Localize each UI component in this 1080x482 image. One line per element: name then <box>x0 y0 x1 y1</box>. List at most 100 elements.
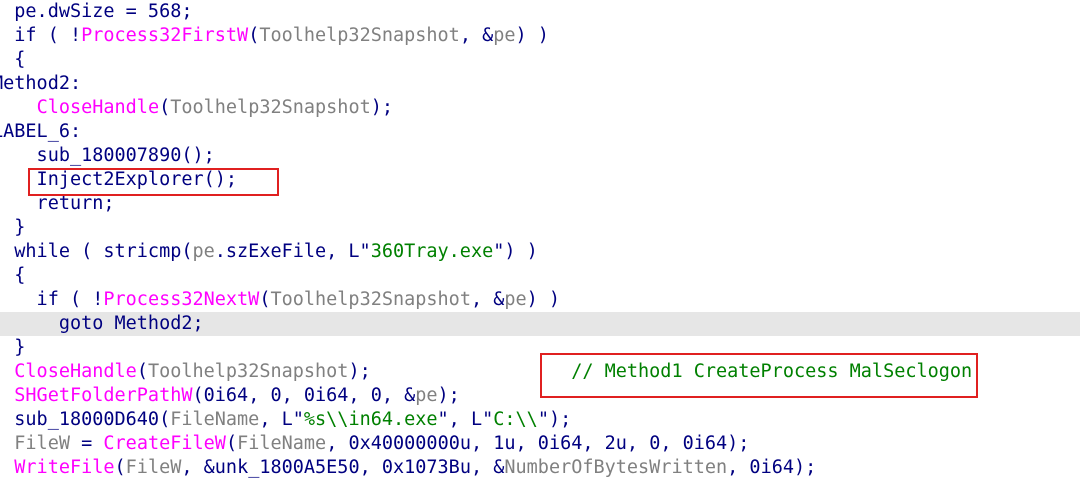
code-line-text: pe.dwSize = 568; <box>0 1 192 22</box>
code-line-text: if ( !Process32FirstW(Toolhelp32Snapshot… <box>0 25 549 46</box>
code-line-text: LABEL_6: <box>0 121 81 142</box>
code-token-plain: ( <box>136 361 148 382</box>
code-line[interactable]: } <box>0 336 1080 360</box>
code-line-text: goto Method2; <box>0 313 204 334</box>
code-token-variable: FileW <box>125 457 182 478</box>
code-line[interactable]: WriteFile(FileW, &unk_1800A5E50, 0x1073B… <box>0 456 1080 480</box>
code-token-plain: pe.dwSize = 568; <box>0 1 193 22</box>
code-token-plain: ( <box>159 97 171 118</box>
code-line-text: Method2: <box>0 73 81 94</box>
code-token-function: CloseHandle <box>36 97 160 118</box>
code-line[interactable]: sub_18000D640(FileName, L"%s\\in64.exe",… <box>0 408 1080 432</box>
code-line[interactable]: pe.dwSize = 568; <box>0 0 1080 24</box>
code-token-plain: ( <box>114 457 126 478</box>
code-token-plain: ) ) <box>515 25 549 46</box>
code-token-plain: .szExeFile, L" <box>214 241 371 262</box>
code-token-plain: ") ) <box>493 241 538 262</box>
code-token-plain: ( <box>259 289 271 310</box>
code-token-variable: Toolhelp32Snapshot <box>170 97 371 118</box>
code-line-text: { <box>0 49 25 70</box>
code-line[interactable]: { <box>0 264 1080 288</box>
code-token-plain: Inject2Explorer(); <box>0 169 238 190</box>
code-token-plain: sub_180007890(); <box>0 145 215 166</box>
code-token-plain: , & <box>459 25 494 46</box>
code-line[interactable]: LABEL_6: <box>0 120 1080 144</box>
code-token-variable: Toolhelp32Snapshot <box>147 361 349 382</box>
code-token-plain: if ( ! <box>0 25 82 46</box>
code-token-string: 360Tray.exe <box>370 241 494 262</box>
code-line[interactable]: FileW = CreateFileW(FileName, 0x40000000… <box>0 432 1080 456</box>
code-token-plain: ) ) <box>526 289 561 310</box>
code-line-current[interactable]: goto Method2; <box>0 312 1080 336</box>
code-token-plain: ", L" <box>437 409 494 430</box>
code-line-text: return; <box>0 193 115 214</box>
code-token-plain: ); <box>370 97 393 118</box>
code-token-plain: { <box>14 49 26 70</box>
code-line-text: WriteFile(FileW, &unk_1800A5E50, 0x1073B… <box>0 457 816 478</box>
code-line[interactable]: } <box>0 216 1080 240</box>
code-line-text: CloseHandle(Toolhelp32Snapshot); // Meth… <box>0 361 972 382</box>
code-token-variable: pe <box>504 289 527 310</box>
code-token-plain: } <box>14 337 26 358</box>
code-line-text: FileW = CreateFileW(FileName, 0x40000000… <box>0 433 749 454</box>
code-token-plain: if ( ! <box>0 289 104 310</box>
code-line[interactable]: if ( !Process32NextW(Toolhelp32Snapshot,… <box>0 288 1080 312</box>
code-token-function: WriteFile <box>14 457 115 478</box>
code-token-plain: , 0i64); <box>727 457 817 478</box>
code-token-plain: , L" <box>259 409 304 430</box>
code-line[interactable]: Inject2Explorer(); <box>0 168 1080 192</box>
pseudocode-view[interactable]: pe.dwSize = 568; if ( !Process32FirstW(T… <box>0 0 1080 482</box>
code-token-function: Process32NextW <box>103 289 260 310</box>
code-token-plain: sub_18000D640( <box>0 409 171 430</box>
code-token-plain: ); <box>437 385 460 406</box>
code-line[interactable]: if ( !Process32FirstW(Toolhelp32Snapshot… <box>0 24 1080 48</box>
code-line[interactable]: SHGetFolderPathW(0i64, 0, 0i64, 0, &pe); <box>0 384 1080 408</box>
code-token-plain: , & <box>470 289 505 310</box>
code-line[interactable]: sub_180007890(); <box>0 144 1080 168</box>
code-line[interactable]: CloseHandle(Toolhelp32Snapshot); <box>0 96 1080 120</box>
code-line-text: } <box>0 217 25 238</box>
code-token-plain: } <box>14 217 26 238</box>
code-token-variable: FileName <box>237 433 327 454</box>
code-line-text: } <box>0 337 25 358</box>
code-token-variable: pe <box>415 385 438 406</box>
code-token-function: SHGetFolderPathW <box>14 385 193 406</box>
code-line-text: if ( !Process32NextW(Toolhelp32Snapshot,… <box>0 289 561 310</box>
code-token-plain: ); <box>348 361 371 382</box>
code-token-plain: ( <box>248 25 260 46</box>
code-line-text: SHGetFolderPathW(0i64, 0, 0i64, 0, &pe); <box>0 385 460 406</box>
code-token-variable: pe <box>493 25 516 46</box>
code-token-variable: pe <box>192 241 215 262</box>
code-token-string: %s\\in64.exe <box>303 409 438 430</box>
code-token-variable: Toolhelp32Snapshot <box>270 289 471 310</box>
code-token-variable: FileW <box>14 433 70 454</box>
code-line[interactable]: return; <box>0 192 1080 216</box>
code-line-text: CloseHandle(Toolhelp32Snapshot); <box>0 97 393 118</box>
code-line[interactable]: Method2: <box>0 72 1080 96</box>
code-line-text: while ( stricmp(pe.szExeFile, L"360Tray.… <box>0 241 538 262</box>
code-token-plain: goto Method2; <box>0 313 204 334</box>
code-line-text: sub_18000D640(FileName, L"%s\\in64.exe",… <box>0 409 571 430</box>
code-token-plain: { <box>14 265 26 286</box>
code-token-comment: // Method1 CreateProcess MalSeclogon <box>370 361 973 382</box>
code-token-plain: LABEL_6: <box>0 121 82 142</box>
code-token-variable: NumberOfBytesWritten <box>504 457 728 478</box>
code-token-plain: while ( stricmp( <box>0 241 193 262</box>
code-line[interactable]: while ( stricmp(pe.szExeFile, L"360Tray.… <box>0 240 1080 264</box>
code-token-function: CloseHandle <box>14 361 137 382</box>
code-line-text: sub_180007890(); <box>0 145 215 166</box>
code-token-plain: , 0x40000000u, 1u, 0i64, 2u, 0, 0i64); <box>326 433 750 454</box>
code-token-function: Process32FirstW <box>81 25 249 46</box>
code-line-text: { <box>0 265 25 286</box>
code-token-string: C:\\ <box>493 409 538 430</box>
code-token-plain: Method2: <box>0 73 82 94</box>
code-line[interactable]: CloseHandle(Toolhelp32Snapshot); // Meth… <box>0 360 1080 384</box>
code-line-text: Inject2Explorer(); <box>0 169 238 190</box>
code-line[interactable]: { <box>0 48 1080 72</box>
code-token-plain: "); <box>537 409 572 430</box>
